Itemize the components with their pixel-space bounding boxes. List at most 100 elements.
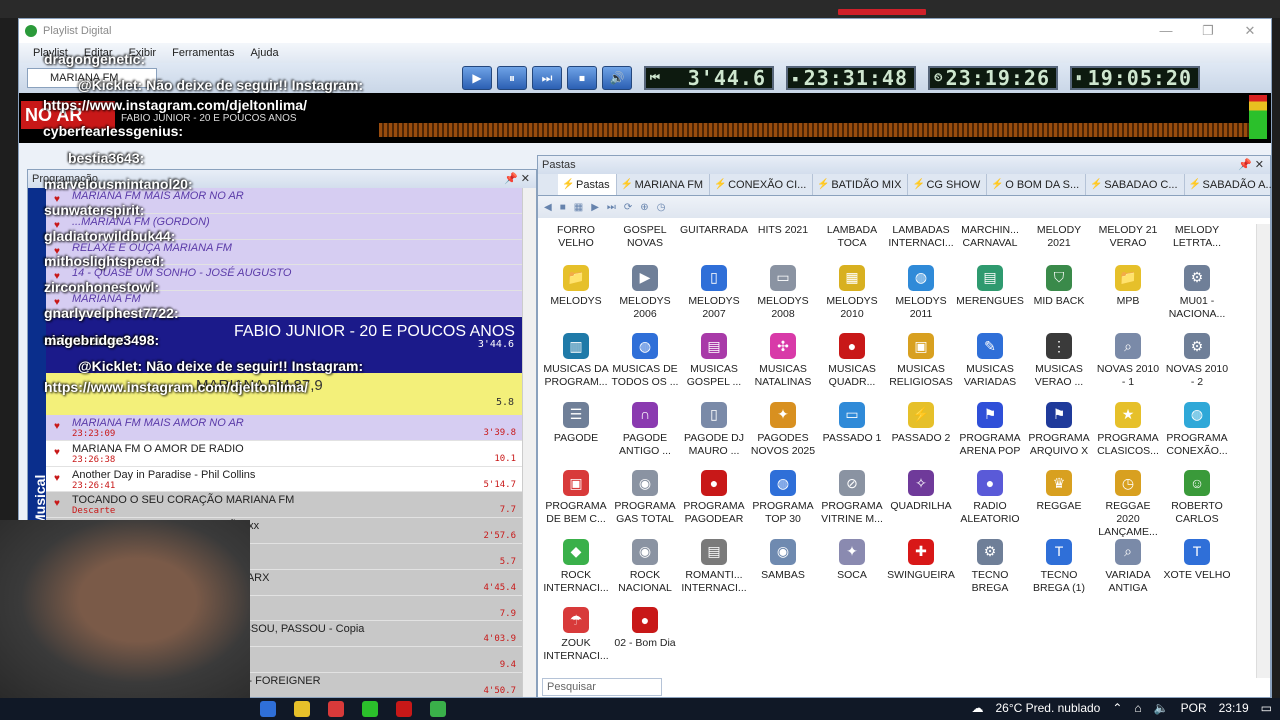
pin-icon[interactable]: 📌 [1238, 159, 1252, 171]
tab-7[interactable]: SABADÃO A... [1185, 174, 1271, 196]
folder-item[interactable]: ◍ MELODYS 2011 [887, 264, 955, 321]
playlist-row[interactable]: ♥ Another Day in Paradise - Phil Collins 2… [46, 467, 524, 493]
folder-item[interactable]: ● PROGRAMA PAGODEAR [680, 470, 748, 526]
folder-item[interactable]: 📁MARCHIN... CARNAVAL [956, 224, 1024, 250]
language-indicator[interactable]: POR [1181, 701, 1207, 715]
folder-item[interactable]: ⚙ NOVAS 2010 - 2 [1163, 333, 1231, 389]
volume-icon[interactable]: 🔈 [1154, 701, 1169, 715]
weather-text[interactable]: 26°C Pred. nublado [995, 701, 1100, 715]
folder-item[interactable]: ⌕ VARIADA ANTIGA [1094, 538, 1162, 595]
skip-icon[interactable]: ⏭ [607, 202, 616, 213]
tab-2[interactable]: CONEXÃO CI... [710, 174, 814, 196]
folder-item[interactable]: 📁LAMBADAS INTERNACI... [887, 224, 955, 250]
clock-icon[interactable]: ◷ [657, 202, 666, 213]
folder-item[interactable]: ▯ MELODYS 2007 [680, 264, 748, 321]
folder-item[interactable]: ★ PROGRAMA CLASICOS... [1094, 401, 1162, 458]
folder-item[interactable]: ✧ QUADRILHA [887, 470, 955, 513]
folder-item[interactable]: ✦ PAGODES NOVOS 2025 [749, 401, 817, 458]
folder-item[interactable]: 📁MELODY LETRTA... [1163, 224, 1231, 250]
tab-6[interactable]: SABADAO C... [1086, 174, 1185, 196]
play-button[interactable]: ▶ [462, 66, 492, 90]
menu-ajuda[interactable]: Ajuda [250, 47, 278, 59]
pin-icon[interactable]: 📌 [504, 173, 518, 185]
next-button[interactable]: ⏭ [532, 66, 562, 90]
zoom-icon[interactable]: ⊕ [640, 202, 648, 213]
folder-item[interactable]: ▣ MUSICAS RELIGIOSAS [887, 333, 955, 389]
chrome-icon[interactable] [328, 701, 344, 717]
stop-icon[interactable]: ■ [560, 202, 566, 213]
folder-item[interactable]: ∩ PAGODE ANTIGO ... [611, 401, 679, 458]
close-button[interactable]: ✕ [1229, 23, 1271, 39]
folder-item[interactable]: ✦ SOCA [818, 538, 886, 582]
close-panel-icon[interactable]: ✕ [1255, 159, 1264, 171]
folder-item[interactable]: ☰ PAGODE [542, 401, 610, 445]
tab-4[interactable]: CG SHOW [908, 174, 988, 196]
tab-5[interactable]: O BOM DA S... [987, 174, 1087, 196]
folder-item[interactable]: ◉ ROCK NACIONAL [611, 538, 679, 595]
folder-item[interactable]: ▯ PAGODE DJ MAURO ... [680, 401, 748, 458]
folder-item[interactable]: ⚡ PASSADO 2 [887, 401, 955, 445]
folder-item[interactable]: T XOTE VELHO [1163, 538, 1231, 582]
view-icon[interactable]: ▦ [574, 202, 583, 213]
folder-item[interactable]: 📁LAMBADA TOCA [818, 224, 886, 250]
folder-item[interactable]: 📁FORRO VELHO [542, 224, 610, 250]
folder-item[interactable]: ☂ ZOUK INTERNACI... [542, 607, 610, 663]
minimize-button[interactable]: — [1145, 23, 1187, 39]
playlist-row[interactable]: ♥ MARIANA FM MAIS AMOR NO AR 23:23:09 3'39.… [46, 414, 524, 441]
play-icon[interactable]: ▶ [591, 202, 599, 213]
media-icon[interactable] [396, 701, 412, 717]
volume-button[interactable]: 🔊 [602, 66, 632, 90]
clock-text[interactable]: 23:19 [1219, 701, 1249, 715]
folder-item[interactable]: ◉ PROGRAMA GAS TOTAL [611, 470, 679, 526]
tab-0[interactable]: Pastas [558, 174, 617, 196]
folder-item[interactable]: T TECNO BREGA (1) [1025, 538, 1093, 595]
folder-item[interactable]: ⊘ PROGRAMA VITRINE M... [818, 470, 886, 526]
folder-item[interactable]: ◍ MUSICAS DE TODOS OS ... [611, 333, 679, 389]
folder-item[interactable]: 📁GOSPEL NOVAS [611, 224, 679, 250]
folder-item[interactable]: ⋮ MUSICAS VERAO ... [1025, 333, 1093, 389]
playlist-row[interactable]: ♥ MARIANA FM O AMOR DE RADIO 23:26:38 10.1 [46, 441, 524, 467]
tab-1[interactable]: MARIANA FM [617, 174, 711, 196]
folder-scrollbar[interactable] [1256, 224, 1270, 678]
folder-item[interactable]: 📁GUITARRADA [680, 224, 748, 237]
folder-item[interactable]: ● 02 - Bom Dia [611, 607, 679, 650]
folder-item[interactable]: ✎ MUSICAS VARIADAS [956, 333, 1024, 389]
folder-item[interactable]: ⚑ PROGRAMA ARENA POP [956, 401, 1024, 458]
close-panel-icon[interactable]: ✕ [521, 173, 530, 185]
back-icon[interactable]: ◀ [544, 202, 552, 213]
folder-item[interactable]: ⚑ PROGRAMA ARQUIVO X [1025, 401, 1093, 458]
app-icon-taskbar[interactable] [260, 701, 276, 717]
waveform-graphic[interactable] [379, 123, 1249, 137]
folder-item[interactable]: ▣ PROGRAMA DE BEM C... [542, 470, 610, 526]
playlist-scrollbar[interactable] [522, 188, 536, 697]
folder-item[interactable]: ▭ MELODYS 2008 [749, 264, 817, 321]
folder-item[interactable]: ▥ MUSICAS DA PROGRAM... [542, 333, 610, 389]
folder-item[interactable]: ☺ ROBERTO CARLOS [1163, 470, 1231, 526]
folder-item[interactable]: ◆ ROCK INTERNACI... [542, 538, 610, 595]
whatsapp-icon[interactable] [362, 701, 378, 717]
folder-item[interactable]: ◉ SAMBAS [749, 538, 817, 582]
folder-item[interactable]: ● MUSICAS QUADR... [818, 333, 886, 389]
folder-item[interactable]: ▭ PASSADO 1 [818, 401, 886, 445]
obs-icon[interactable] [430, 701, 446, 717]
folder-item[interactable]: ♛ REGGAE [1025, 470, 1093, 513]
tab-3[interactable]: BATIDÃO MIX [813, 174, 909, 196]
menu-ferramentas[interactable]: Ferramentas [172, 47, 234, 59]
folder-item[interactable]: ▤ MUSICAS GOSPEL ... [680, 333, 748, 389]
folder-item[interactable]: ◍ PROGRAMA TOP 30 [749, 470, 817, 526]
folder-item[interactable]: 📁 MPB [1094, 264, 1162, 308]
folder-item[interactable]: 📁 MELODYS [542, 264, 610, 308]
network-icon[interactable]: ⌂ [1134, 701, 1141, 715]
pause-button[interactable]: ⏸ [497, 66, 527, 90]
notification-icon[interactable]: ▭ [1261, 701, 1272, 715]
folder-item[interactable]: ✚ SWINGUEIRA [887, 538, 955, 582]
folder-item[interactable]: 📁MELODY 2021 [1025, 224, 1093, 250]
folder-item[interactable]: ▦ MELODYS 2010 [818, 264, 886, 321]
folder-item[interactable]: ⌕ NOVAS 2010 - 1 [1094, 333, 1162, 389]
folder-item[interactable]: ▤ MERENGUES [956, 264, 1024, 308]
folder-item[interactable]: ◷ REGGAE 2020 LANÇAME... [1094, 470, 1162, 539]
folder-item[interactable]: ● RADIO ALEATORIO [956, 470, 1024, 526]
folder-icon[interactable] [294, 701, 310, 717]
folder-item[interactable]: 📁MELODY 21 VERAO [1094, 224, 1162, 250]
folder-item[interactable]: ▶ MELODYS 2006 [611, 264, 679, 321]
